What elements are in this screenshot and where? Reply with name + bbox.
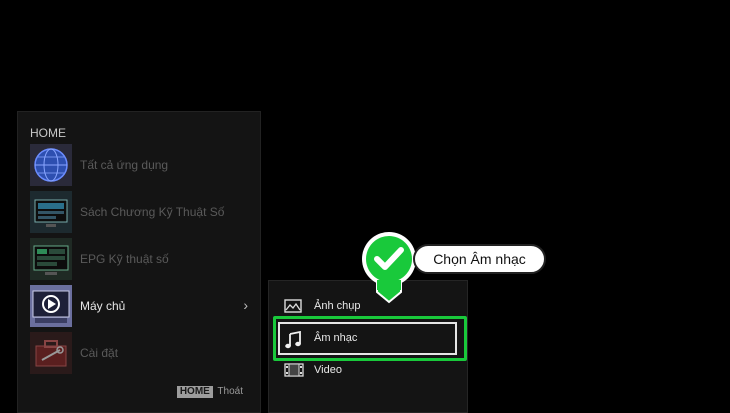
menu-label-media-server: Máy chủ bbox=[80, 299, 126, 313]
chevron-right-icon: › bbox=[243, 297, 248, 313]
home-key-badge: HOME bbox=[176, 386, 213, 398]
submenu-label-photos: Ảnh chụp bbox=[314, 300, 361, 312]
epg-icon bbox=[30, 238, 72, 280]
menu-label-epg: EPG Kỹ thuật số bbox=[80, 252, 169, 266]
menu-item-settings[interactable]: Cài đặt bbox=[30, 332, 252, 376]
submenu-item-video[interactable]: Video bbox=[284, 359, 454, 383]
menu-item-media-server[interactable]: Máy chủ › bbox=[30, 285, 252, 329]
submenu-label-video: Video bbox=[314, 364, 342, 376]
exit-label: Thoát bbox=[217, 386, 243, 397]
media-server-icon bbox=[30, 285, 72, 327]
check-marker-icon bbox=[359, 230, 419, 304]
menu-item-digital-book[interactable]: Sách Chương Kỹ Thuật Số bbox=[30, 191, 252, 235]
home-menu-panel: HOME Tất cả ứng dụng Sách Chương Kỹ Thuậ… bbox=[17, 111, 261, 413]
film-strip-icon bbox=[284, 363, 304, 379]
menu-label-all-apps: Tất cả ứng dụng bbox=[80, 158, 169, 172]
instruction-callout: Chọn Âm nhạc bbox=[413, 244, 546, 274]
exit-hint: HOME Thoát bbox=[176, 386, 243, 398]
globe-icon bbox=[30, 144, 72, 186]
focus-frame bbox=[278, 322, 457, 355]
menu-item-epg[interactable]: EPG Kỹ thuật số bbox=[30, 238, 252, 282]
home-title: HOME bbox=[30, 126, 66, 140]
settings-toolbox-icon bbox=[30, 332, 72, 374]
photo-icon bbox=[284, 299, 304, 315]
menu-label-settings: Cài đặt bbox=[80, 346, 119, 360]
menu-item-all-apps[interactable]: Tất cả ứng dụng bbox=[30, 144, 252, 188]
menu-label-digital-book: Sách Chương Kỹ Thuật Số bbox=[80, 205, 225, 219]
digital-book-icon bbox=[30, 191, 72, 233]
